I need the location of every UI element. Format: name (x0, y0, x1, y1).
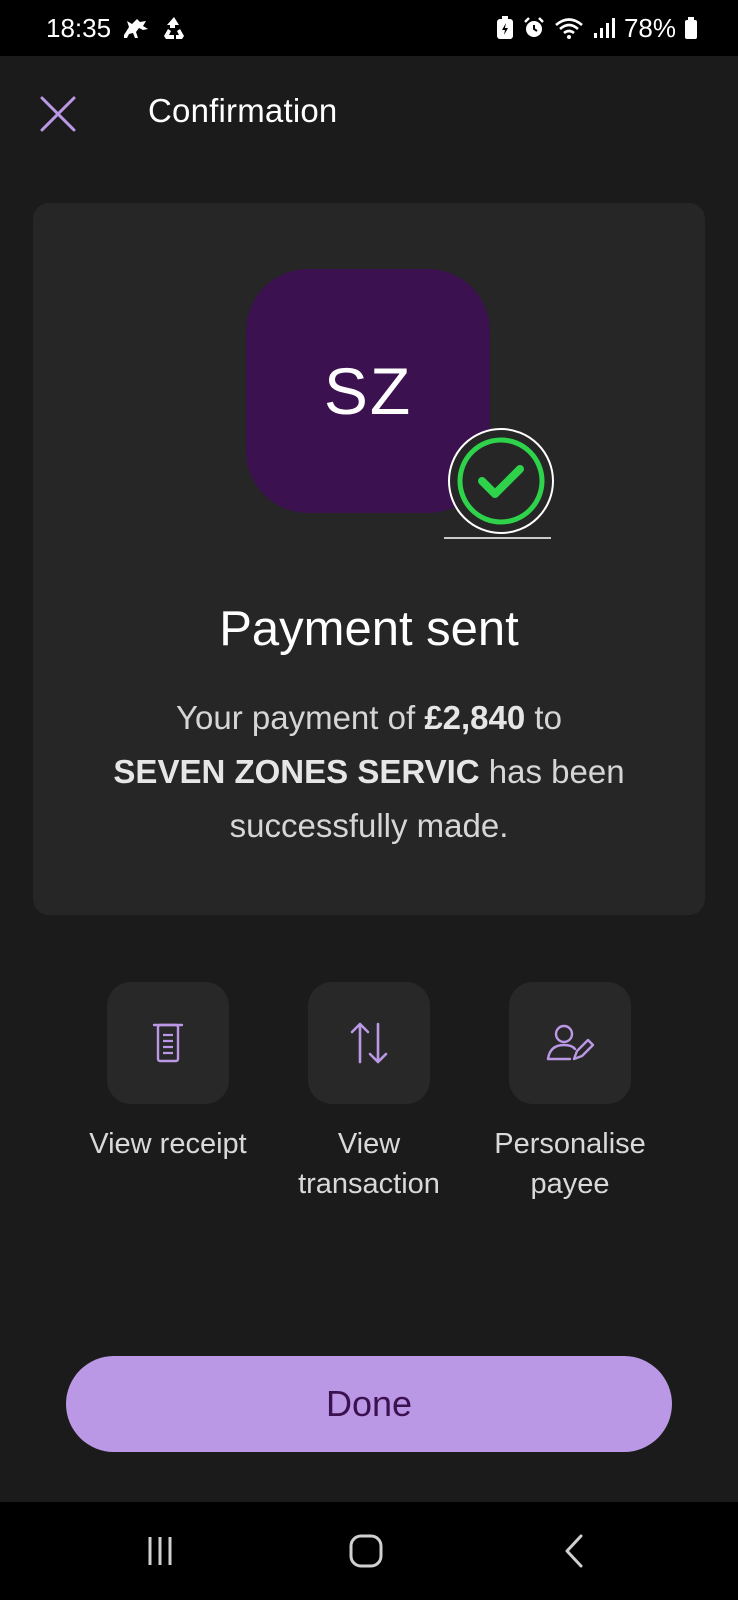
status-bar: 18:35 78% (0, 0, 738, 56)
message-middle: to (525, 699, 562, 736)
home-icon (349, 1534, 383, 1568)
system-nav-bar (0, 1502, 738, 1600)
battery-percent: 78% (623, 12, 676, 43)
recycle-icon (161, 15, 187, 41)
recent-apps-button[interactable] (130, 1526, 190, 1576)
home-button[interactable] (336, 1526, 396, 1576)
user-edit-icon (546, 1024, 595, 1061)
payment-amount: £2,840 (424, 699, 526, 736)
payment-status-title: Payment sent (219, 602, 519, 656)
view-receipt-label: View receipt (89, 1128, 247, 1160)
status-left: 18:35 (46, 13, 187, 44)
message-prefix: Your payment of (176, 699, 425, 736)
app-header: Confirmation (0, 56, 738, 172)
quick-actions: View receipt View transaction Personalis… (0, 982, 738, 1202)
status-right: 78% (496, 13, 698, 44)
view-receipt-tile[interactable] (107, 982, 229, 1104)
avatar-initials: SZ (323, 354, 413, 428)
close-button[interactable] (30, 86, 86, 142)
signal-icon (592, 16, 616, 40)
recent-apps-icon (148, 1537, 172, 1565)
wifi-icon (554, 16, 584, 40)
horse-icon (121, 15, 151, 41)
done-button-label: Done (325, 1383, 413, 1424)
personalise-payee-tile[interactable] (509, 982, 631, 1104)
check-icon (444, 428, 554, 539)
close-icon (40, 96, 76, 132)
confirmation-card: SZ Payment sent Your payment of £2,840 t… (33, 203, 705, 915)
view-receipt-button[interactable]: View receipt (83, 982, 253, 1164)
back-icon (565, 1534, 583, 1568)
personalise-payee-button[interactable]: Personalise payee (485, 982, 655, 1204)
done-button[interactable]: Done (66, 1356, 672, 1452)
view-transaction-label: View transaction (298, 1128, 440, 1200)
alarm-icon (522, 16, 546, 40)
payee-avatar-group: SZ (246, 269, 554, 539)
page-title: Confirmation (148, 92, 338, 129)
back-button[interactable] (544, 1526, 604, 1576)
receipt-icon (152, 1023, 184, 1063)
view-transaction-tile[interactable] (308, 982, 430, 1104)
payee-name: SEVEN ZONES SERVIC (113, 753, 480, 790)
battery-icon (684, 16, 698, 40)
payment-message: Your payment of £2,840 to SEVEN ZONES SE… (73, 691, 665, 853)
view-transaction-button[interactable]: View transaction (284, 982, 454, 1204)
status-time: 18:35 (46, 12, 112, 43)
battery-saver-icon (496, 16, 514, 40)
personalise-payee-label: Personalise payee (494, 1128, 646, 1200)
transfer-arrows-icon (350, 1022, 388, 1064)
